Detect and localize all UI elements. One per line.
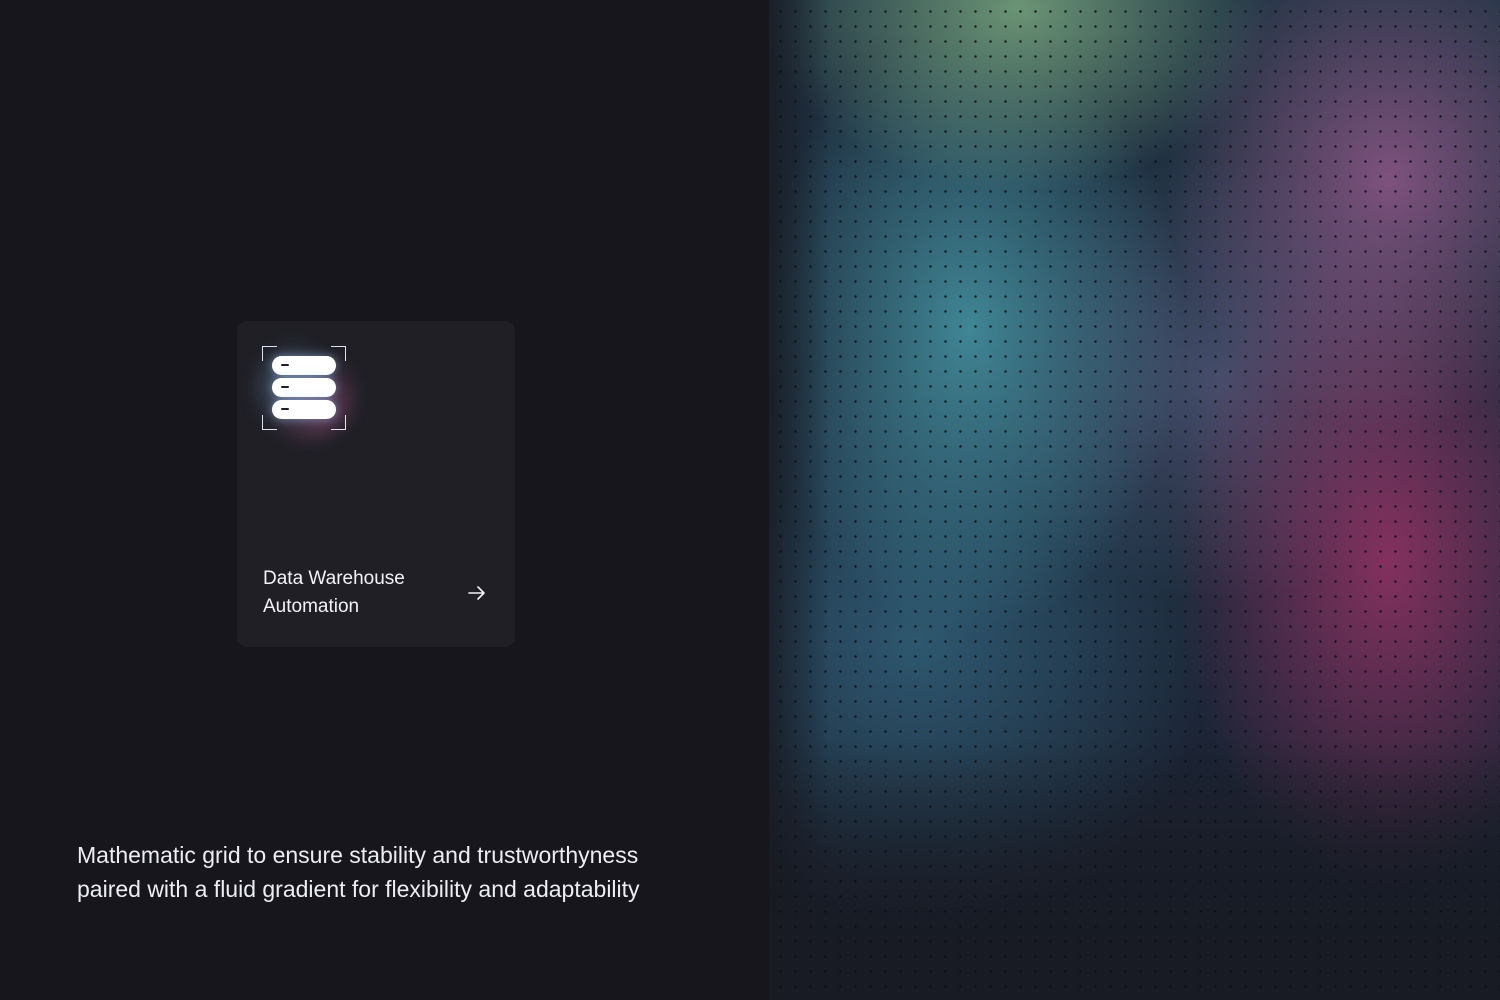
database-row-2 — [272, 378, 336, 397]
dot-grid-pattern — [769, 0, 1500, 1000]
left-panel: Data Warehouse Automation Mathematic gri… — [0, 0, 769, 1000]
database-icon — [252, 338, 356, 442]
feature-card[interactable]: Data Warehouse Automation — [237, 321, 515, 647]
page: Data Warehouse Automation Mathematic gri… — [0, 0, 1500, 1000]
frame-corner-bottom-right — [331, 415, 346, 430]
database-row-3 — [272, 400, 336, 419]
caption-text: Mathematic grid to ensure stability and … — [77, 842, 640, 902]
arrow-right-icon[interactable] — [467, 583, 487, 603]
card-title: Data Warehouse Automation — [263, 568, 405, 617]
frame-corner-bottom-left — [262, 415, 277, 430]
gradient-grid-panel — [769, 0, 1500, 1000]
database-row-1 — [272, 356, 336, 375]
